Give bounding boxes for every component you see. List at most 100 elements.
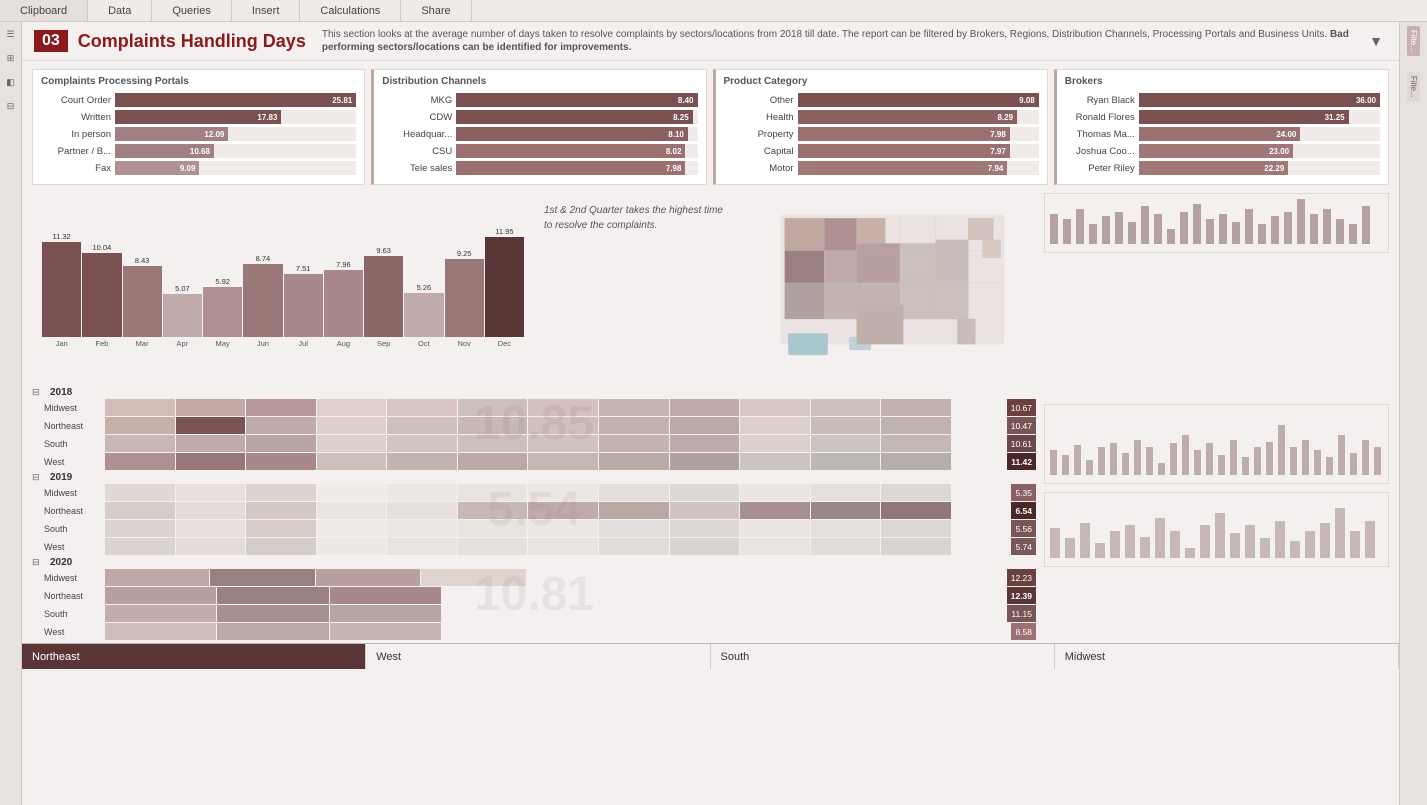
- heat-cell-empty: [782, 587, 838, 604]
- filter-icon[interactable]: ▼: [1365, 30, 1387, 52]
- toolbar-queries[interactable]: Queries: [152, 0, 232, 21]
- heat-cell: [528, 399, 598, 416]
- heat-cell: [599, 453, 669, 470]
- year-label-2019: 2019: [50, 472, 105, 483]
- sidebar-icon-3[interactable]: ◧: [3, 74, 19, 90]
- heat-cell-empty: [555, 605, 611, 622]
- heat-cell: [811, 399, 881, 416]
- toolbar-calculations[interactable]: Calculations: [300, 0, 401, 21]
- bar-jun-label: Jun: [257, 339, 269, 348]
- kpi-channels-row-4: Tele sales 7.98: [382, 161, 697, 175]
- right-sparklines-lower: [1044, 386, 1389, 641]
- filter-button-1[interactable]: Filte...: [1407, 26, 1420, 56]
- bar-oct-value: 5.26: [417, 283, 432, 292]
- collapse-2020[interactable]: ⊟: [32, 557, 50, 568]
- toolbar-data[interactable]: Data: [88, 0, 152, 21]
- heat-cells-2018-west: [105, 453, 951, 470]
- page-number: 03: [34, 30, 68, 52]
- toolbar-insert[interactable]: Insert: [232, 0, 301, 21]
- kpi-product-label-4: Motor: [724, 163, 794, 174]
- heat-cell: [176, 484, 246, 501]
- heat-cell: [330, 623, 441, 640]
- heat-cell: [740, 399, 810, 416]
- sidebar-icon-1[interactable]: ☰: [3, 26, 19, 42]
- heat-cell: [670, 520, 740, 537]
- row-2020-northeast: Northeast: [32, 587, 1036, 604]
- value-bar-2019-northeast: 6.54: [951, 502, 1036, 519]
- heat-cell: [176, 399, 246, 416]
- heat-cell: [458, 484, 528, 501]
- kpi-portals-title: Complaints Processing Portals: [41, 76, 356, 87]
- region-label-2020-northeast: Northeast: [32, 591, 105, 601]
- chart-annotation: 1st & 2nd Quarter takes the highest time…: [534, 193, 734, 243]
- region-label-2019-midwest: Midwest: [32, 488, 105, 498]
- row-2019-west: West: [32, 538, 1036, 555]
- kpi-product-bar-4: 7.94: [798, 161, 1039, 175]
- bar-mar-rect: [123, 266, 162, 337]
- kpi-channels: Distribution Channels MKG 8.40 CDW 8.25 …: [371, 69, 706, 185]
- footer-south[interactable]: South: [711, 644, 1055, 669]
- heat-cell-empty: [839, 587, 895, 604]
- heat-cell: [387, 417, 457, 434]
- collapse-2019[interactable]: ⊟: [32, 472, 50, 483]
- heat-cell: [740, 435, 810, 452]
- kpi-portals-label-4: Fax: [41, 163, 111, 174]
- heat-cell-empty: [612, 587, 668, 604]
- heat-cell: [881, 538, 951, 555]
- heat-cell: [528, 484, 598, 501]
- value-bar-2018-northeast: 10.47: [951, 417, 1036, 434]
- heat-cell: [105, 538, 175, 555]
- heat-cell: [599, 538, 669, 555]
- heat-cell-empty: [782, 605, 838, 622]
- filter-button-2[interactable]: Filte...: [1407, 72, 1420, 102]
- kpi-product-row-4: Motor 7.94: [724, 161, 1039, 175]
- kpi-channels-row-2: Headquar... 8.10: [382, 127, 697, 141]
- kpi-channels-row-3: CSU 8.02: [382, 144, 697, 158]
- row-2018-northeast: Northeast: [32, 417, 1036, 434]
- kpi-product-row-3: Capital 7.97: [724, 144, 1039, 158]
- bar-aug: 7.96 Aug: [324, 260, 363, 348]
- heat-cell: [387, 502, 457, 519]
- kpi-brokers-label-2: Thomas Ma...: [1065, 129, 1135, 140]
- heat-cell: [246, 399, 316, 416]
- heat-cell: [811, 453, 881, 470]
- footer-midwest[interactable]: Midwest: [1055, 644, 1399, 669]
- heat-cell: [330, 587, 441, 604]
- heat-cell: [105, 484, 175, 501]
- region-label-2018-south: South: [32, 439, 105, 449]
- heat-cell: [317, 435, 387, 452]
- bar-may-value: 5.92: [215, 277, 230, 286]
- footer-northeast[interactable]: Northeast: [22, 644, 366, 669]
- heat-cell-empty: [686, 569, 738, 586]
- heat-cell: [105, 453, 175, 470]
- bar-jan-rect: [42, 242, 81, 337]
- heat-cell: [811, 538, 881, 555]
- heat-cell-empty: [895, 623, 951, 640]
- right-sidebar: Filte... Filte...: [1399, 22, 1427, 805]
- sidebar-icon-4[interactable]: ⊟: [3, 98, 19, 114]
- heat-cell-empty: [846, 569, 898, 586]
- heat-cell: [176, 520, 246, 537]
- footer-west[interactable]: West: [366, 644, 710, 669]
- bar-jan-label: Jan: [56, 339, 68, 348]
- bar-jun: 8.74 Jun: [243, 254, 282, 348]
- heat-cell: [387, 538, 457, 555]
- heat-cell: [599, 399, 669, 416]
- kpi-portals-label-2: In person: [41, 129, 111, 140]
- sidebar-icon-2[interactable]: ⊞: [3, 50, 19, 66]
- heat-cells-2020-midwest: [105, 569, 951, 586]
- heat-cell-empty: [792, 569, 844, 586]
- collapse-2018[interactable]: ⊟: [32, 387, 50, 398]
- heat-cell-empty: [499, 605, 555, 622]
- heat-cell-empty: [739, 569, 791, 586]
- toolbar-clipboard[interactable]: Clipboard: [0, 0, 88, 21]
- heat-cells-2018-northeast: [105, 417, 951, 434]
- heat-cell: [528, 453, 598, 470]
- toolbar-share[interactable]: Share: [401, 0, 471, 21]
- heat-cell: [176, 435, 246, 452]
- heat-cell: [811, 417, 881, 434]
- month-cols-2018: [105, 386, 1036, 398]
- heat-cell-empty: [442, 605, 498, 622]
- group-2018: ⊟ 2018 10.85 Midwest: [32, 386, 1036, 470]
- heat-cells-2020-south: [105, 605, 951, 622]
